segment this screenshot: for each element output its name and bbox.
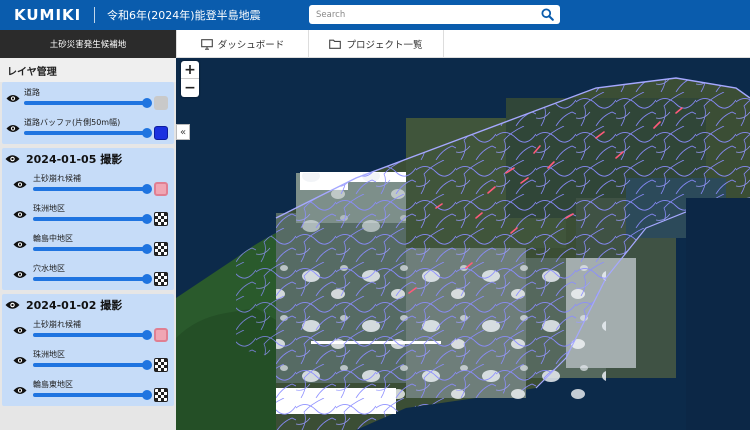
zoom-out-button[interactable]: − <box>181 79 199 97</box>
slider-knob[interactable] <box>142 128 152 138</box>
opacity-slider[interactable] <box>33 360 152 370</box>
eye-icon[interactable] <box>6 94 20 103</box>
layer-label: 穴水地区 <box>33 264 65 273</box>
group-header[interactable]: 2024-01-02 撮影 <box>2 294 174 316</box>
monitor-icon <box>200 38 213 50</box>
layer-label: 土砂崩れ候補 <box>33 320 81 329</box>
project-label: 土砂災害発生候補地 <box>0 30 176 58</box>
opacity-slider[interactable] <box>24 128 152 138</box>
checker-swatch-icon[interactable] <box>154 242 168 256</box>
opacity-slider[interactable] <box>33 184 152 194</box>
eye-icon[interactable] <box>13 180 27 189</box>
layer-panel-title: レイヤ管理 <box>0 58 176 82</box>
eye-icon[interactable] <box>5 154 20 164</box>
eye-icon[interactable] <box>13 326 27 335</box>
layer-row: 珠洲地区 <box>2 200 174 230</box>
opacity-slider[interactable] <box>33 390 152 400</box>
layer-panel: レイヤ管理 道路 道路バッファ(片側50m幅) 2024-01-05 撮影 土砂… <box>0 58 176 430</box>
layer-row: 土砂崩れ候補 <box>2 170 174 200</box>
group-date: 2024-01-05 撮影 <box>26 153 123 166</box>
tab-dashboard[interactable]: ダッシュボード <box>176 30 309 58</box>
checker-swatch-icon[interactable] <box>154 212 168 226</box>
layer-color-swatch[interactable] <box>154 182 168 196</box>
search-box <box>309 5 560 24</box>
eye-icon[interactable] <box>13 356 27 365</box>
eye-icon[interactable] <box>13 240 27 249</box>
layer-row: 道路 <box>2 84 174 114</box>
eye-icon[interactable] <box>6 124 20 133</box>
slider-knob[interactable] <box>142 360 152 370</box>
layer-label: 道路バッファ(片側50m幅) <box>24 118 121 127</box>
opacity-slider[interactable] <box>33 274 152 284</box>
opacity-slider[interactable] <box>24 98 152 108</box>
checker-swatch-icon[interactable] <box>154 388 168 402</box>
slider-knob[interactable] <box>142 98 152 108</box>
collapse-sidebar-button[interactable]: « <box>176 124 190 140</box>
layer-color-swatch[interactable] <box>154 328 168 342</box>
eye-icon[interactable] <box>13 386 27 395</box>
layer-row: 土砂崩れ候補 <box>2 316 174 346</box>
search-icon[interactable] <box>541 8 554 21</box>
layer-row: 珠洲地区 <box>2 346 174 376</box>
group-header[interactable]: 2024-01-05 撮影 <box>2 148 174 170</box>
layer-color-swatch[interactable] <box>154 96 168 110</box>
tab-project-list-label: プロジェクト一覧 <box>346 40 423 51</box>
base-layer-group: 道路 道路バッファ(片側50m幅) <box>2 82 174 144</box>
checker-swatch-icon[interactable] <box>154 272 168 286</box>
slider-knob[interactable] <box>142 330 152 340</box>
layer-row: 輪島中地区 <box>2 230 174 260</box>
app-logo[interactable]: KUMIKI <box>14 6 82 24</box>
group-date: 2024-01-02 撮影 <box>26 299 123 312</box>
eye-icon[interactable] <box>13 210 27 219</box>
layer-row: 道路バッファ(片側50m幅) <box>2 114 174 144</box>
eye-icon[interactable] <box>13 270 27 279</box>
tab-project-list[interactable]: プロジェクト一覧 <box>309 30 444 58</box>
satellite-map[interactable] <box>176 58 750 430</box>
layer-label: 珠洲地区 <box>33 350 65 359</box>
opacity-slider[interactable] <box>33 214 152 224</box>
header-divider <box>94 7 95 23</box>
slider-knob[interactable] <box>142 274 152 284</box>
zoom-control: + − <box>181 61 199 97</box>
zoom-in-button[interactable]: + <box>181 61 199 79</box>
layer-row: 輪島東地区 <box>2 376 174 406</box>
layer-label: 道路 <box>24 88 40 97</box>
slider-knob[interactable] <box>142 214 152 224</box>
eye-icon[interactable] <box>5 300 20 310</box>
layer-row: 穴水地区 <box>2 260 174 290</box>
sub-navigation: 土砂災害発生候補地 ダッシュボード プロジェクト一覧 <box>0 30 750 58</box>
folder-icon <box>329 39 342 49</box>
slider-knob[interactable] <box>142 184 152 194</box>
layer-label: 土砂崩れ候補 <box>33 174 81 183</box>
opacity-slider[interactable] <box>33 244 152 254</box>
checker-swatch-icon[interactable] <box>154 358 168 372</box>
layer-label: 輪島中地区 <box>33 234 73 243</box>
layer-label: 輪島東地区 <box>33 380 73 389</box>
layer-color-swatch[interactable] <box>154 126 168 140</box>
layer-label: 珠洲地区 <box>33 204 65 213</box>
map-view[interactable] <box>176 58 750 430</box>
search-input[interactable] <box>316 9 531 20</box>
page-title: 令和6年(2024年)能登半島地震 <box>107 9 261 22</box>
opacity-slider[interactable] <box>33 330 152 340</box>
slider-knob[interactable] <box>142 390 152 400</box>
tab-dashboard-label: ダッシュボード <box>217 40 285 51</box>
slider-knob[interactable] <box>142 244 152 254</box>
imagery-group: 2024-01-05 撮影 土砂崩れ候補 珠洲地区 輪島中地区 穴水地区 <box>2 148 174 290</box>
imagery-group: 2024-01-02 撮影 土砂崩れ候補 珠洲地区 輪島東地区 <box>2 294 174 406</box>
